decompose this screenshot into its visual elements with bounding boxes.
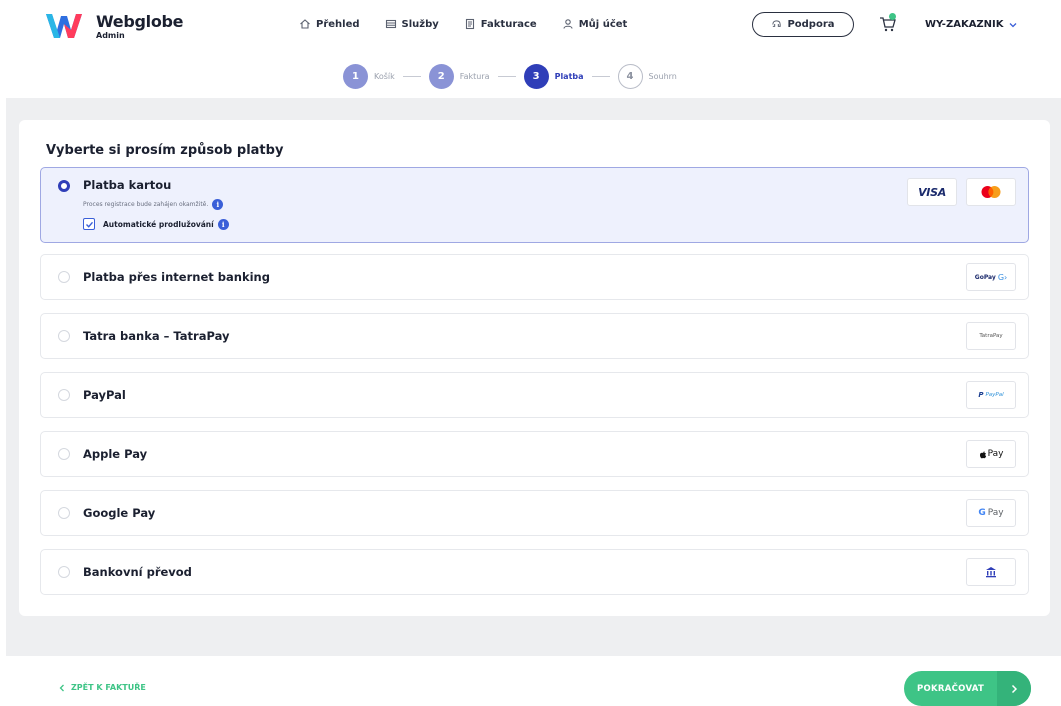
back-label: ZPĚT K FAKTUŘE [71,683,146,692]
step-cart[interactable]: 1 Košík [343,63,395,89]
home-icon [299,18,311,30]
step-number: 1 [343,63,368,89]
payment-option-internet-banking[interactable]: Platba přes internet banking GoPay G› [40,254,1029,300]
step-number: 2 [428,63,454,89]
payment-option-card[interactable]: Platba kartou Proces registrace bude zah… [40,167,1029,243]
nav-item-label: Přehled [316,18,360,30]
radio-paypal[interactable] [58,389,70,401]
page-title: Vyberte si prosím způsob platby [46,143,284,158]
card-subtext: Proces registrace bude zahájen okamžitě. [83,201,209,208]
tatrapay-text: TatraPay [979,333,1003,339]
webglobe-logo-mark [46,14,82,38]
apple-icon [979,451,986,458]
step-label: Platba [554,71,584,81]
step-invoice[interactable]: 2 Faktura [428,63,490,89]
step-divider [497,75,516,77]
account-menu[interactable]: WY-ZAKAZNIK [925,19,1018,30]
step-number: 4 [617,63,643,89]
mastercard-icon [981,186,1001,198]
continue-label: POKRAČOVAT [916,683,985,694]
option-label: Bankovní převod [83,565,192,579]
step-summary: 4 Souhrn [617,63,677,89]
option-label: Apple Pay [83,447,148,461]
nav-item-sluzby[interactable]: Služby [385,18,439,30]
info-icon[interactable]: i [212,199,224,210]
step-divider [591,75,610,77]
account-label: WY-ZAKAZNIK [925,19,1004,30]
invoice-icon [464,18,476,30]
payment-option-tatrapay[interactable]: Tatra banka – TatraPay TatraPay [40,313,1029,359]
option-label: PayPal [83,388,126,402]
nav-item-label: Můj účet [578,18,628,30]
chevron-right-icon [997,671,1031,706]
app-name: Webglobe [96,12,184,31]
radio-apple-pay[interactable] [58,448,70,460]
nav-item-fakturace[interactable]: Fakturace [464,18,537,30]
gopay-logo: GoPay G› [966,263,1016,291]
paypal-logo: P PayPal [966,381,1016,409]
option-label: Tatra banka – TatraPay [83,329,230,343]
payment-option-google-pay[interactable]: Google Pay G Pay [40,490,1029,536]
visa-logo: VISA [907,178,957,206]
cart-badge [889,13,896,20]
support-label: Podpora [787,19,835,30]
step-payment: 3 Platba [523,63,584,89]
nav-item-label: Fakturace [480,18,537,30]
apple-pay-text: Pay [987,449,1004,459]
radio-google-pay[interactable] [58,507,70,519]
webglobe-logo[interactable]: Webglobe Admin [44,10,184,42]
nav-item-label: Služby [401,18,439,30]
support-icon [772,20,782,27]
cart-button[interactable] [879,13,897,33]
chevron-left-icon [59,684,64,691]
step-label: Faktura [459,71,490,81]
check-icon [85,221,93,228]
top-header: Webglobe Admin Přehled Služby Fakturace … [0,0,1061,52]
apple-pay-logo: Pay [966,440,1016,468]
payment-option-apple-pay[interactable]: Apple Pay Pay [40,431,1029,477]
step-label: Košík [374,71,395,81]
back-to-invoice-link[interactable]: ZPĚT K FAKTUŘE [58,683,146,692]
gopay-text: GoPay [974,273,996,281]
user-icon [562,18,574,30]
mastercard-logo [966,178,1016,206]
services-icon [385,18,397,30]
paypal-text: PayPal [985,392,1004,398]
step-label: Souhrn [648,71,677,81]
radio-bank-transfer[interactable] [58,566,70,578]
radio-internet-banking[interactable] [58,271,70,283]
bank-icon [986,567,996,578]
nav-item-muj-ucet[interactable]: Můj účet [562,18,628,30]
option-label: Platba kartou [83,178,172,192]
continue-button[interactable]: POKRAČOVAT [904,671,1031,706]
auto-renew-row: Automatické prodlužování i [83,218,229,230]
support-button[interactable]: Podpora [752,12,854,37]
radio-tatrapay[interactable] [58,330,70,342]
google-pay-logo: G Pay [966,499,1016,527]
auto-renew-checkbox[interactable] [83,218,95,230]
nav-item-prehled[interactable]: Přehled [299,18,360,30]
step-number: 3 [523,63,549,89]
checkout-stepper: 1 Košík 2 Faktura 3 Platba 4 Souhrn [343,62,677,90]
bank-logo [966,558,1016,586]
option-label: Platba přes internet banking [83,270,270,284]
chevron-down-icon [1009,22,1016,27]
radio-card[interactable] [58,180,70,192]
visa-text: VISA [918,185,946,199]
payment-option-paypal[interactable]: PayPal P PayPal [40,372,1029,418]
main-nav: Přehled Služby Fakturace Můj účet [299,18,652,30]
auto-renew-label: Automatické prodlužování [103,219,214,229]
option-subtext: Proces registrace bude zahájen okamžitě.… [83,199,224,210]
google-pay-text: Pay [987,508,1004,518]
option-label: Google Pay [83,506,156,520]
step-divider [402,75,421,77]
tatrapay-logo: TatraPay [966,322,1016,350]
app-role: Admin [96,31,125,40]
info-icon[interactable]: i [217,218,229,230]
payment-option-bank-transfer[interactable]: Bankovní převod [40,549,1029,595]
